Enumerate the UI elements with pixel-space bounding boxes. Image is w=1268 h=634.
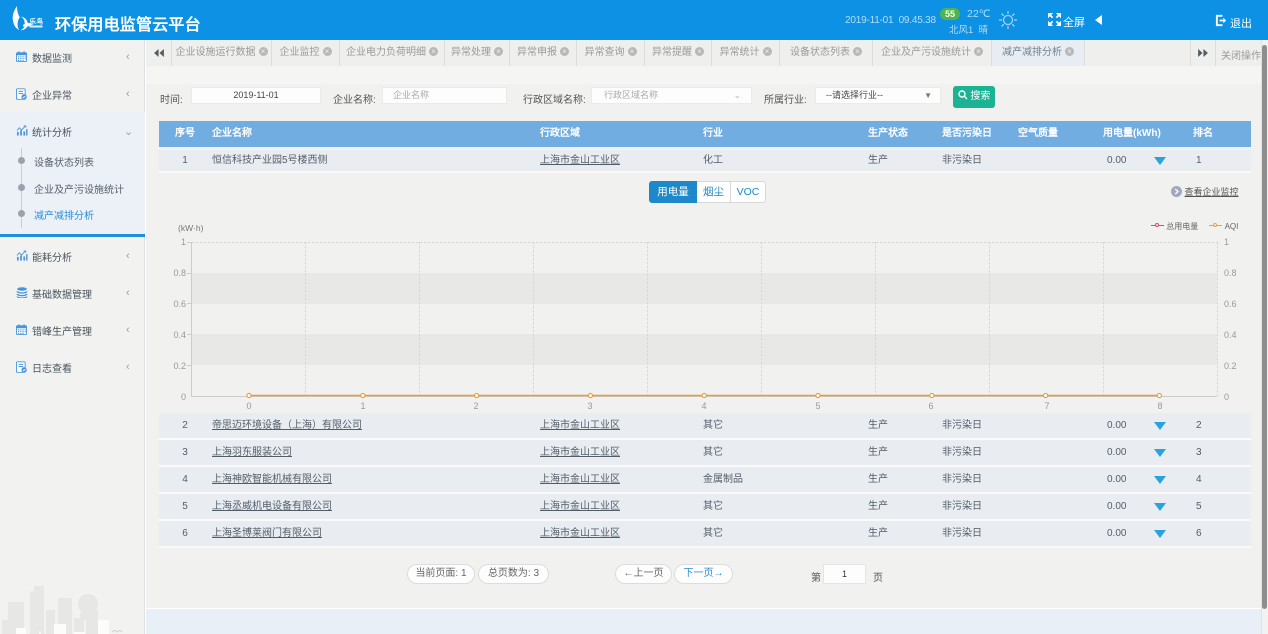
svg-text:乐鸟: 乐鸟 xyxy=(30,17,44,26)
